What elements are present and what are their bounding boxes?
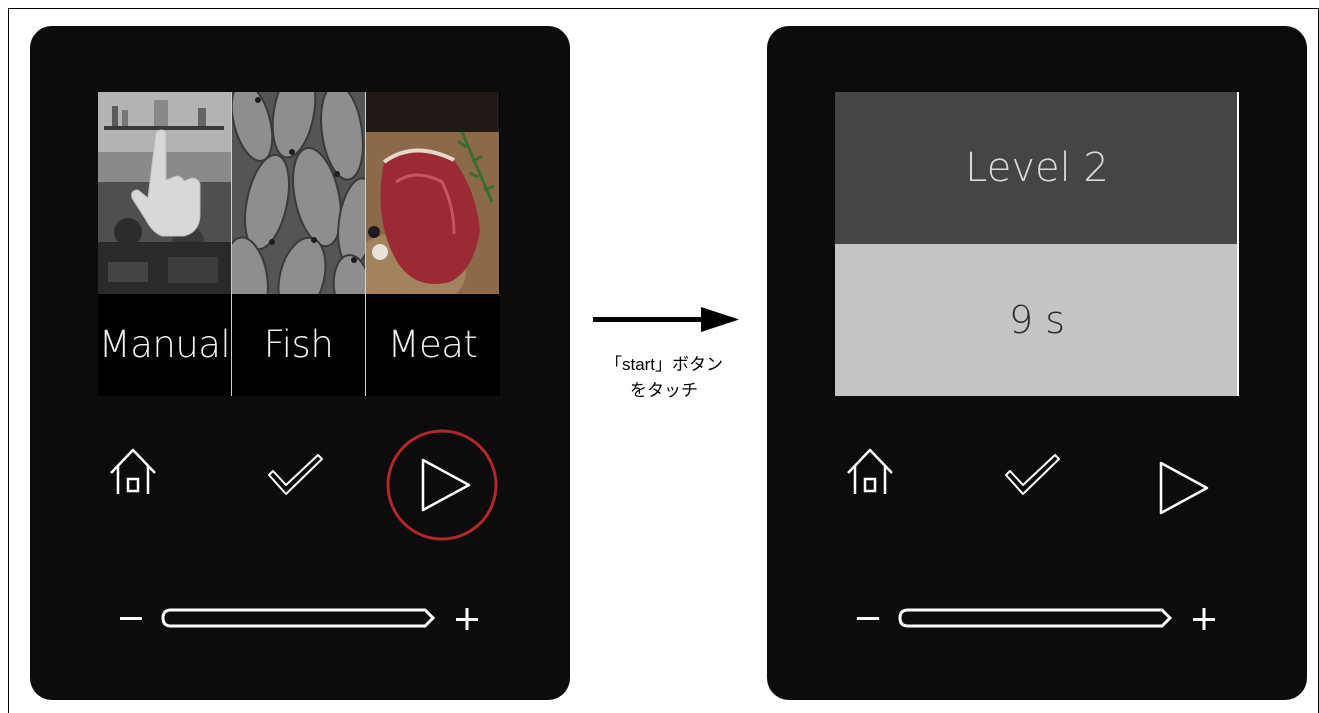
home-icon[interactable]	[108, 446, 158, 498]
minus-icon[interactable]	[857, 616, 879, 622]
play-icon[interactable]	[1159, 460, 1211, 516]
intensity-slider[interactable]	[898, 606, 1176, 630]
level-label: Level 2	[835, 92, 1239, 244]
check-icon[interactable]	[1003, 453, 1061, 497]
menu-tile-meat[interactable]: Meat	[366, 92, 499, 396]
menu-label-meat: Meat	[366, 294, 499, 396]
menu-tile-manual[interactable]: Manual	[98, 92, 231, 396]
caption-line-1: 「start」ボタン	[604, 355, 724, 374]
menu-screen: Manual Fish Meat	[98, 92, 500, 396]
screen-edge	[1237, 92, 1239, 396]
transition-caption: 「start」ボタン をタッチ	[566, 352, 762, 404]
transition-arrow	[593, 306, 741, 339]
check-icon[interactable]	[266, 453, 324, 497]
menu-tile-fish[interactable]: Fish	[232, 92, 365, 396]
tile-divider	[231, 92, 232, 396]
steak-photo	[366, 92, 499, 294]
play-icon[interactable]	[386, 429, 498, 541]
tile-divider	[365, 92, 366, 396]
device-panel-before: Manual Fish Meat	[30, 26, 570, 700]
hand-kitchen-photo	[98, 92, 231, 294]
menu-label-manual: Manual	[98, 294, 231, 396]
plus-icon[interactable]	[456, 608, 478, 630]
intensity-slider[interactable]	[161, 606, 439, 630]
menu-label-fish: Fish	[232, 294, 365, 396]
caption-line-2: をタッチ	[630, 381, 698, 400]
device-panel-after: Level 2 9 s	[767, 26, 1307, 700]
home-icon[interactable]	[845, 446, 895, 498]
fish-photo	[232, 92, 365, 294]
minus-icon[interactable]	[120, 616, 142, 622]
level-screen: Level 2 9 s	[835, 92, 1239, 396]
plus-icon[interactable]	[1193, 608, 1215, 630]
timer-label: 9 s	[835, 244, 1239, 396]
